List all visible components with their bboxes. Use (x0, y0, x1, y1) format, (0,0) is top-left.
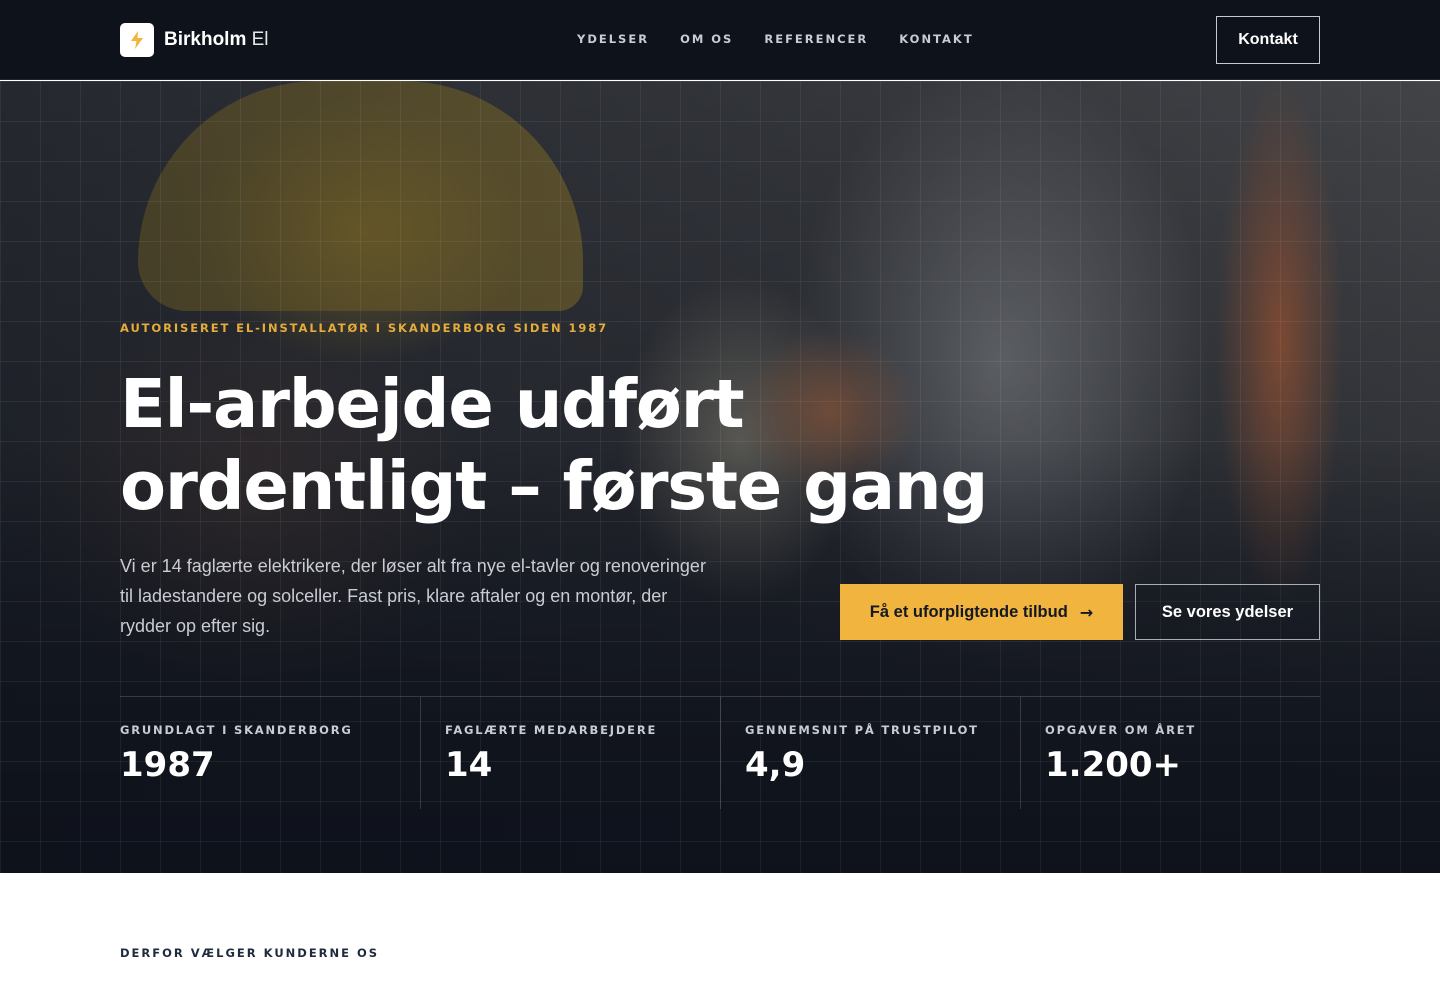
stat-employees: FAGLÆRTE MEDARBEJDERE 14 (420, 697, 720, 809)
get-quote-label: Få et uforpligtende tilbud (869, 602, 1068, 621)
stat-founded: GRUNDLAGT I SKANDERBORG 1987 (120, 697, 420, 809)
hero-headline: El-arbejde udført ordentligt – første ga… (120, 363, 1000, 527)
stat-value: 14 (445, 745, 493, 785)
stat-value: 4,9 (745, 745, 806, 785)
brand-logo[interactable]: Birkholm El (120, 23, 269, 57)
stat-label: GENNEMSNIT PÅ TRUSTPILOT (745, 723, 979, 737)
stat-label: GRUNDLAGT I SKANDERBORG (120, 723, 353, 737)
stat-label: FAGLÆRTE MEDARBEJDERE (445, 723, 658, 737)
stat-value: 1987 (120, 745, 215, 785)
hero-section: AUTORISERET EL-INSTALLATØR I SKANDERBORG… (0, 81, 1440, 873)
hero-description: Vi er 14 faglærte elektrikere, der løser… (120, 556, 706, 636)
see-services-button[interactable]: Se vores ydelser (1135, 584, 1320, 640)
stat-jobs-per-year: OPGAVER OM ÅRET 1.200+ (1020, 697, 1320, 809)
hero-headline-line-1: El-arbejde udført (120, 365, 745, 443)
arrow-right-icon: → (1079, 602, 1094, 622)
top-navigation: Birkholm El YDELSER OM OS REFERENCER KON… (0, 0, 1440, 80)
lightning-bolt-icon (120, 23, 154, 57)
hero-headline-line-2: ordentligt – første gang (120, 447, 988, 525)
main-menu: YDELSER OM OS REFERENCER KONTAKT (577, 32, 1005, 46)
why-us-eyebrow: DERFOR VÆLGER KUNDERNE OS (120, 946, 380, 960)
hero-eyebrow: AUTORISERET EL-INSTALLATØR I SKANDERBORG… (120, 321, 609, 335)
brand-name: Birkholm El (164, 29, 269, 50)
nav-link-referencer[interactable]: REFERENCER (764, 32, 868, 46)
contact-button[interactable]: Kontakt (1216, 16, 1320, 64)
stat-label: OPGAVER OM ÅRET (1045, 723, 1197, 737)
stat-trustpilot: GENNEMSNIT PÅ TRUSTPILOT 4,9 (720, 697, 1020, 809)
nav-link-ydelser[interactable]: YDELSER (577, 32, 649, 46)
get-quote-button[interactable]: Få et uforpligtende tilbud → (840, 584, 1123, 640)
nav-link-kontakt[interactable]: KONTAKT (899, 32, 973, 46)
stat-value: 1.200+ (1045, 745, 1182, 785)
nav-link-om-os[interactable]: OM OS (680, 32, 733, 46)
